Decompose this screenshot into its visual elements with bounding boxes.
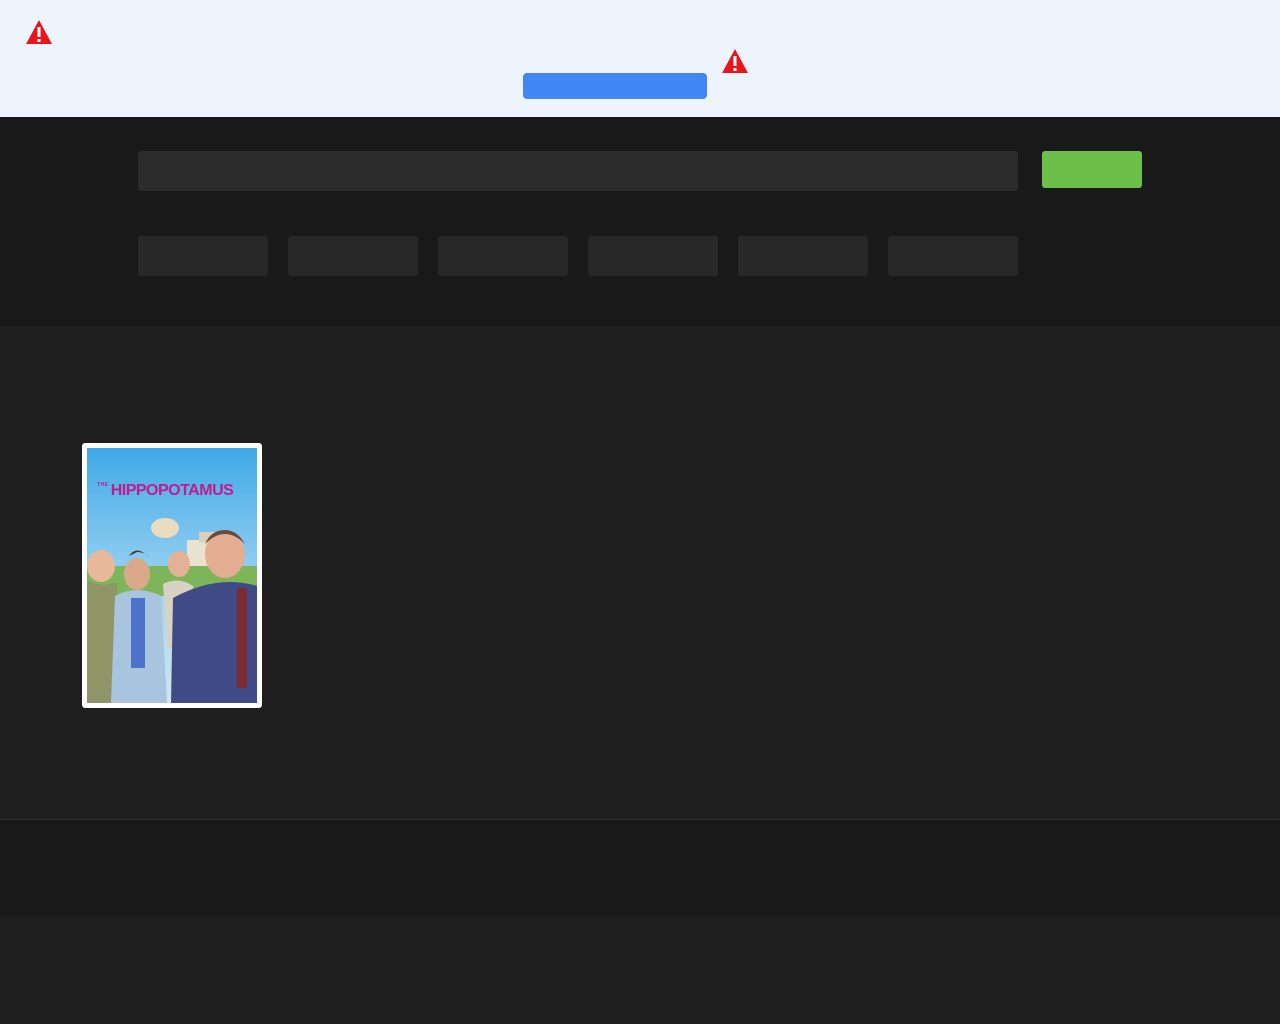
filter-button-5[interactable] xyxy=(738,236,868,276)
footer xyxy=(0,819,1280,916)
warning-icon xyxy=(26,20,52,44)
filter-button-4[interactable] xyxy=(588,236,718,276)
filter-button-1[interactable] xyxy=(138,236,268,276)
search-button[interactable] xyxy=(1042,151,1142,188)
search-input[interactable] xyxy=(138,151,1018,191)
poster-title: HIPPOPOTAMUS xyxy=(110,482,234,499)
alert-action-button[interactable] xyxy=(523,73,707,99)
filter-button-6[interactable] xyxy=(888,236,1018,276)
alert-banner xyxy=(0,0,1280,117)
filter-button-2[interactable] xyxy=(288,236,418,276)
movie-poster-card[interactable]: THE HIPPOPOTAMUS xyxy=(82,443,262,708)
filter-bar xyxy=(138,236,1018,276)
search-header xyxy=(0,117,1280,326)
warning-icon xyxy=(722,49,748,73)
results-grid: THE HIPPOPOTAMUS xyxy=(0,326,1280,819)
filter-button-3[interactable] xyxy=(438,236,568,276)
